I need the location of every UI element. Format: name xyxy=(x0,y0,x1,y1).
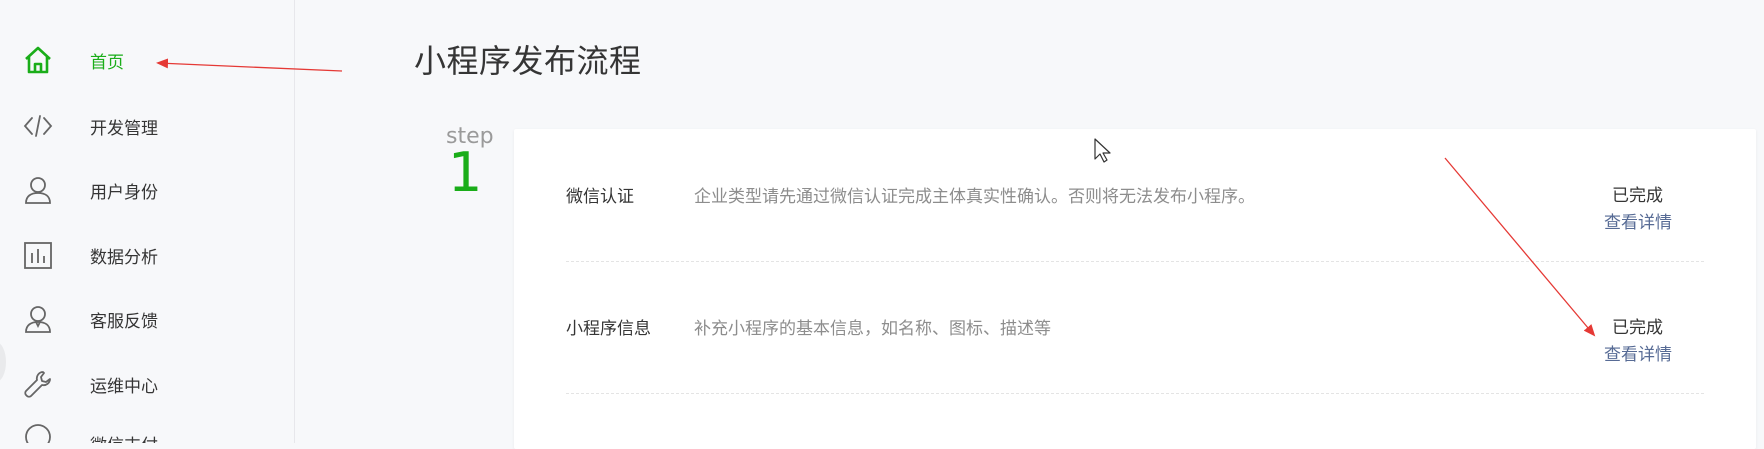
step-row-miniprogram-info: 小程序信息 补充小程序的基本信息，如名称、图标、描述等 已完成 查看详情 xyxy=(566,261,1704,394)
sidebar-item-user-identity[interactable]: 用户身份 xyxy=(0,165,294,215)
service-user-icon xyxy=(20,301,56,337)
sidebar: 首页 开发管理 用户身份 数据分析 客服反馈 运维中心 xyxy=(0,0,295,443)
sidebar-item-home[interactable]: 首页 xyxy=(0,35,294,85)
sidebar-item-label: 数据分析 xyxy=(90,247,158,268)
sidebar-item-wechat-pay[interactable]: 微信支付 xyxy=(0,413,294,443)
publish-steps-card: 微信认证 企业类型请先通过微信认证完成主体真实性确认。否则将无法发布小程序。 已… xyxy=(514,129,1756,449)
status-text: 已完成 xyxy=(1612,318,1663,338)
row-description: 补充小程序的基本信息，如名称、图标、描述等 xyxy=(694,319,1051,339)
row-title: 小程序信息 xyxy=(566,319,651,339)
sidebar-item-label: 客服反馈 xyxy=(90,311,158,332)
sidebar-item-customer-feedback[interactable]: 客服反馈 xyxy=(0,294,294,344)
sidebar-item-data-analysis[interactable]: 数据分析 xyxy=(0,230,294,280)
sidebar-item-label: 用户身份 xyxy=(90,182,158,203)
row-description: 企业类型请先通过微信认证完成主体真实性确认。否则将无法发布小程序。 xyxy=(694,187,1255,207)
sidebar-item-label: 首页 xyxy=(90,52,124,73)
row-title: 微信认证 xyxy=(566,187,634,207)
sidebar-item-ops-center[interactable]: 运维中心 xyxy=(0,359,294,409)
view-details-link[interactable]: 查看详情 xyxy=(1604,208,1672,233)
wrench-icon xyxy=(20,366,56,402)
page-title: 小程序发布流程 xyxy=(414,42,642,80)
step-number: 1 xyxy=(448,141,483,204)
sidebar-item-label: 运维中心 xyxy=(90,376,158,397)
status-text: 已完成 xyxy=(1612,186,1663,206)
step-row-wechat-verification: 微信认证 企业类型请先通过微信认证完成主体真实性确认。否则将无法发布小程序。 已… xyxy=(566,129,1704,262)
wechat-pay-icon xyxy=(20,419,56,443)
sidebar-item-label: 开发管理 xyxy=(90,118,158,139)
user-icon xyxy=(20,172,56,208)
sidebar-item-dev-management[interactable]: 开发管理 xyxy=(0,101,294,151)
sidebar-item-label: 微信支付 xyxy=(90,431,158,443)
code-icon xyxy=(20,108,56,144)
bar-chart-icon xyxy=(20,237,56,273)
view-details-link[interactable]: 查看详情 xyxy=(1604,340,1672,365)
home-icon xyxy=(20,42,56,78)
